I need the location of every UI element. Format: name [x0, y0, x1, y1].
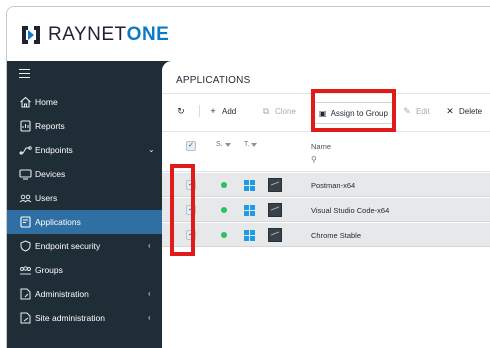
- main-content: APPLICATIONS ↻ + Add ⧉ Clone ✎ Edit ✕ De…: [162, 61, 490, 348]
- report-icon: [20, 120, 31, 132]
- sidebar-item-label: Site administration: [35, 313, 105, 323]
- app-icon: [268, 228, 282, 242]
- windows-icon: [244, 230, 255, 241]
- admin-icon: [20, 288, 31, 300]
- site-admin-icon: [20, 312, 31, 324]
- plus-icon: +: [210, 106, 216, 116]
- app-name: Visual Studio Code-x64: [311, 206, 390, 215]
- groups-icon: [20, 266, 31, 275]
- highlight-box-assign: [311, 89, 396, 132]
- status-online-icon: [221, 232, 227, 238]
- table-row[interactable]: ✓ Postman-x64: [162, 173, 490, 197]
- sidebar-item-label: Endpoint security: [35, 241, 101, 251]
- delete-label: Delete: [459, 106, 483, 116]
- endpoints-icon: [19, 146, 32, 155]
- status-online-icon: [221, 182, 227, 188]
- divider: [162, 171, 490, 172]
- chevron-left-icon: ‹: [148, 241, 151, 250]
- sidebar-item-devices[interactable]: Devices: [7, 162, 162, 186]
- hamburger-icon[interactable]: [19, 69, 31, 79]
- main-panel: APPLICATIONS ↻ + Add ⧉ Clone ✎ Edit ✕ De…: [162, 61, 490, 348]
- sidebar-item-endpoint-security[interactable]: Endpoint security ‹: [7, 234, 162, 258]
- brand-logo: RAYNETONE: [20, 22, 169, 48]
- add-button[interactable]: + Add: [208, 104, 236, 118]
- filter-icon[interactable]: [251, 142, 258, 147]
- sidebar-item-groups[interactable]: Groups: [7, 258, 162, 282]
- clone-label: Clone: [275, 106, 296, 116]
- sidebar-item-label: Devices: [35, 169, 66, 179]
- page-title: APPLICATIONS: [176, 75, 251, 86]
- sidebar-item-users[interactable]: Users: [7, 186, 162, 210]
- pencil-icon: ✎: [403, 105, 411, 116]
- toolbar-separator: [199, 105, 200, 117]
- highlight-box-checkboxes: [170, 164, 195, 256]
- sidebar-item-label: Groups: [35, 265, 63, 275]
- sidebar-item-site-administration[interactable]: Site administration ‹: [7, 306, 162, 330]
- table-row[interactable]: ✓ Visual Studio Code-x64: [162, 198, 490, 222]
- chevron-down-icon: ⌄: [148, 145, 155, 154]
- edit-label: Edit: [416, 106, 430, 116]
- app-window: RAYNETONE Home Reports Endpoints ⌄ Devic…: [6, 6, 490, 348]
- app-name: Chrome Stable: [311, 231, 362, 240]
- chevron-left-icon: ‹: [148, 289, 151, 298]
- delete-button[interactable]: ✕ Delete: [445, 104, 482, 118]
- select-all-checkbox[interactable]: ✓: [186, 141, 196, 151]
- applications-icon: [20, 216, 31, 228]
- column-status-label: S.: [216, 141, 223, 148]
- sidebar-item-endpoints[interactable]: Endpoints ⌄: [7, 138, 162, 162]
- app-name: Postman-x64: [311, 181, 356, 190]
- device-icon: [19, 169, 32, 180]
- clone-button[interactable]: ⧉ Clone: [261, 104, 296, 118]
- app-icon: [268, 203, 282, 217]
- sidebar-item-home[interactable]: Home: [7, 90, 162, 114]
- windows-icon: [244, 205, 255, 216]
- filter-icon[interactable]: [224, 142, 231, 147]
- clone-icon: ⧉: [262, 105, 270, 116]
- sidebar-item-label: Administration: [35, 289, 89, 299]
- sidebar-item-applications[interactable]: Applications: [7, 210, 162, 234]
- chevron-left-icon: ‹: [148, 313, 151, 322]
- logo-mark-icon: [22, 26, 40, 44]
- users-icon: [19, 194, 32, 203]
- windows-icon: [244, 180, 255, 191]
- grid-header: ✓ S. T. Name ⚲: [162, 132, 490, 171]
- close-icon: ✕: [446, 105, 454, 116]
- column-status[interactable]: S.: [216, 141, 231, 148]
- status-online-icon: [221, 207, 227, 213]
- sidebar-item-label: Endpoints: [35, 145, 73, 155]
- shield-icon: [20, 240, 31, 252]
- column-name[interactable]: Name: [311, 142, 331, 151]
- sidebar: Home Reports Endpoints ⌄ Devices Users A…: [7, 61, 162, 348]
- top-bar: RAYNETONE: [7, 7, 490, 61]
- table-row[interactable]: ✓ Chrome Stable: [162, 223, 490, 247]
- sidebar-item-label: Users: [35, 193, 58, 203]
- search-icon[interactable]: ⚲: [311, 155, 317, 164]
- edit-button[interactable]: ✎ Edit: [402, 104, 430, 118]
- sidebar-item-reports[interactable]: Reports: [7, 114, 162, 138]
- app-icon: [268, 178, 282, 192]
- refresh-button[interactable]: ↻: [176, 104, 190, 118]
- column-type-label: T.: [244, 141, 250, 148]
- add-label: Add: [222, 106, 237, 116]
- sidebar-item-label: Home: [35, 97, 58, 107]
- sidebar-item-label: Reports: [35, 121, 65, 131]
- home-icon: [20, 96, 31, 108]
- sidebar-item-administration[interactable]: Administration ‹: [7, 282, 162, 306]
- refresh-icon: ↻: [177, 105, 185, 116]
- brand-name: RAYNETONE: [48, 24, 170, 45]
- column-type[interactable]: T.: [244, 141, 258, 148]
- sidebar-item-label: Applications: [35, 217, 81, 227]
